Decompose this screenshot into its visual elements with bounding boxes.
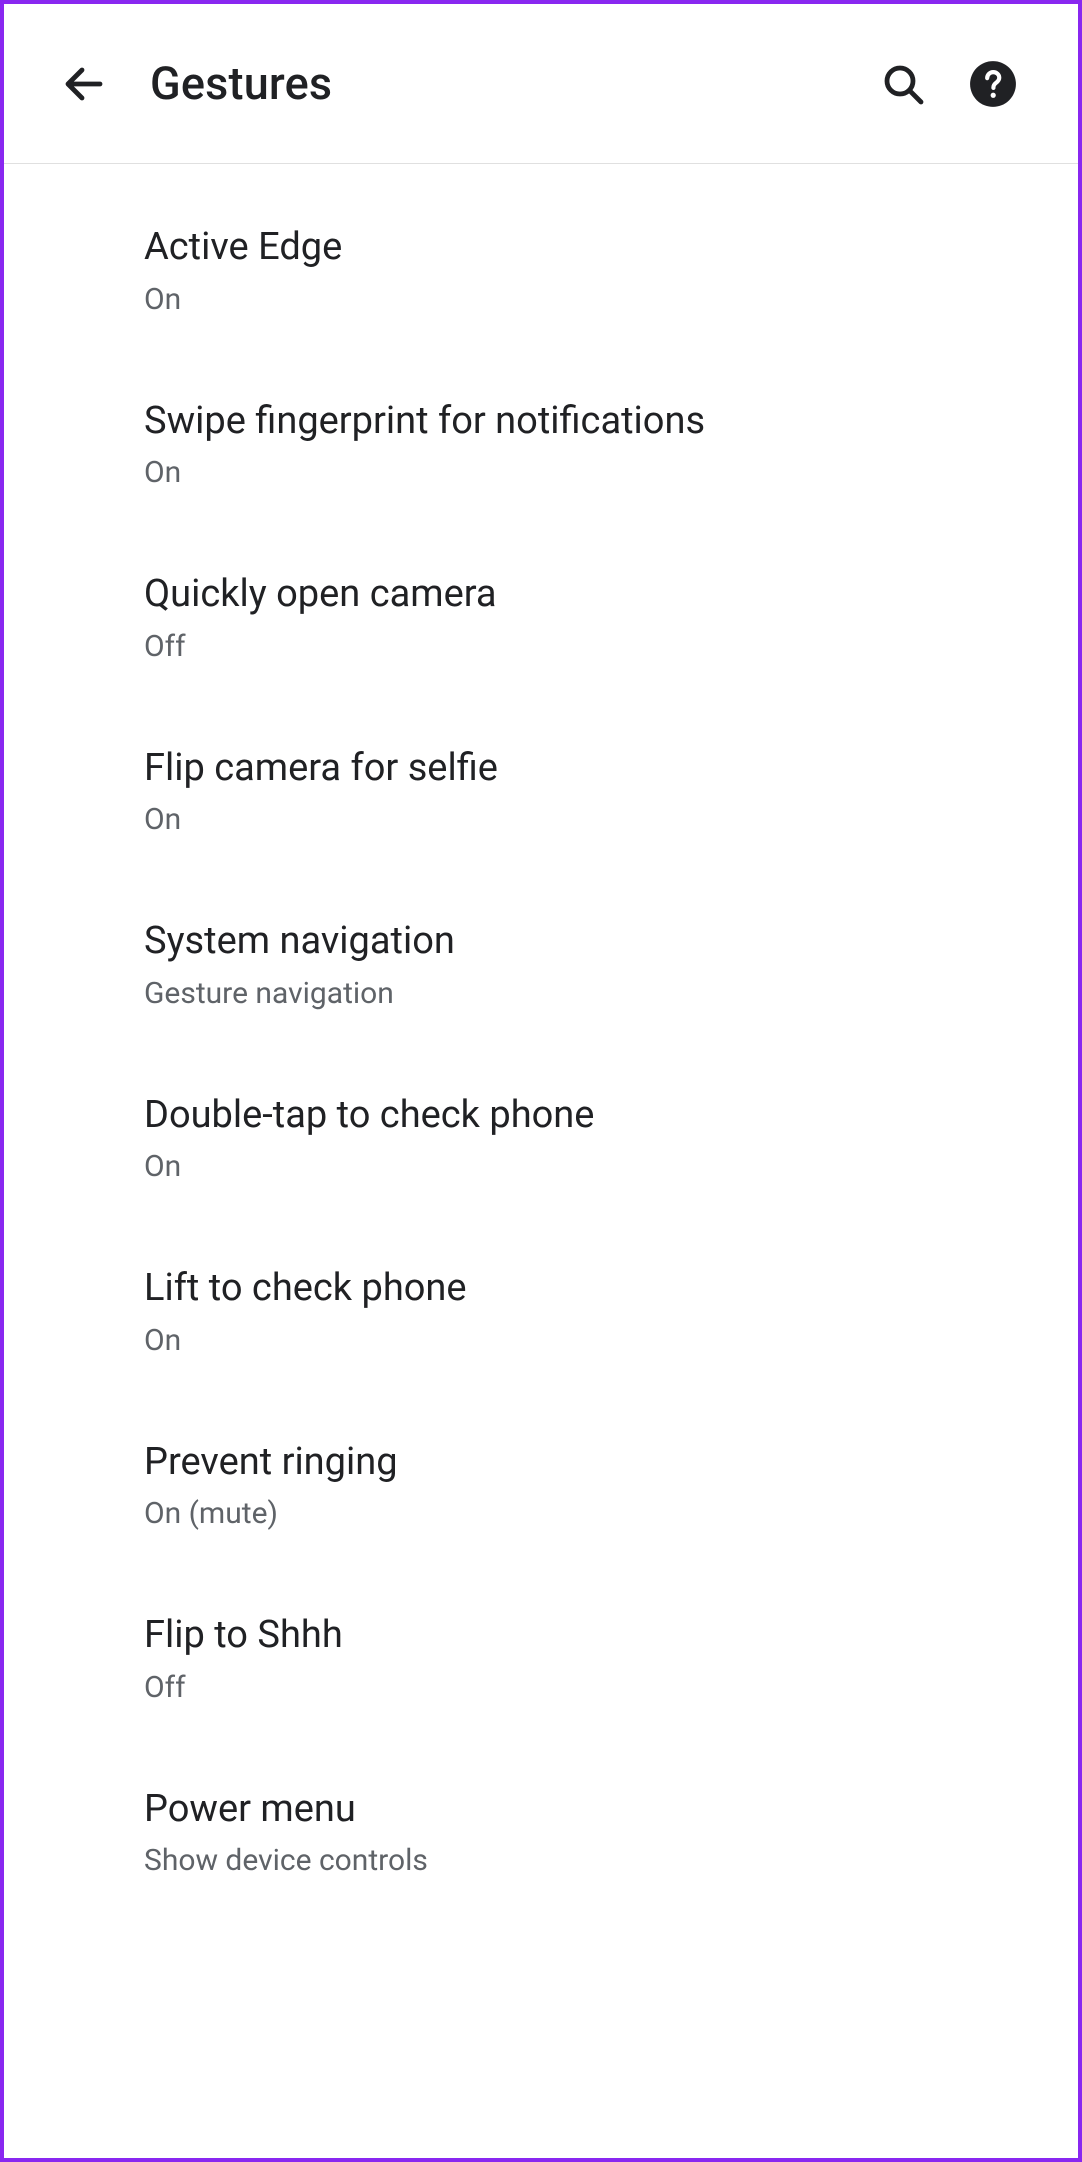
setting-title: System navigation bbox=[144, 918, 1038, 966]
setting-title: Prevent ringing bbox=[144, 1439, 1038, 1487]
setting-prevent-ringing[interactable]: Prevent ringing On (mute) bbox=[4, 1399, 1078, 1573]
help-button[interactable] bbox=[948, 39, 1038, 129]
setting-double-tap-check[interactable]: Double-tap to check phone On bbox=[4, 1052, 1078, 1226]
help-icon bbox=[968, 59, 1018, 109]
setting-flip-camera-selfie[interactable]: Flip camera for selfie On bbox=[4, 705, 1078, 879]
setting-active-edge[interactable]: Active Edge On bbox=[4, 184, 1078, 358]
setting-subtitle: On bbox=[144, 802, 1038, 838]
settings-list: Active Edge On Swipe fingerprint for not… bbox=[4, 164, 1078, 1919]
setting-title: Active Edge bbox=[144, 224, 1038, 272]
setting-subtitle: On bbox=[144, 455, 1038, 491]
setting-subtitle: Show device controls bbox=[144, 1843, 1038, 1879]
setting-subtitle: Gesture navigation bbox=[144, 976, 1038, 1012]
search-button[interactable] bbox=[858, 39, 948, 129]
setting-title: Flip camera for selfie bbox=[144, 745, 1038, 793]
back-button[interactable] bbox=[48, 48, 120, 120]
setting-title: Double-tap to check phone bbox=[144, 1092, 1038, 1140]
app-bar: Gestures bbox=[4, 4, 1078, 164]
setting-title: Lift to check phone bbox=[144, 1265, 1038, 1313]
page-title: Gestures bbox=[150, 57, 858, 110]
setting-subtitle: Off bbox=[144, 629, 1038, 665]
setting-subtitle: On (mute) bbox=[144, 1496, 1038, 1532]
setting-title: Quickly open camera bbox=[144, 571, 1038, 619]
setting-lift-check[interactable]: Lift to check phone On bbox=[4, 1225, 1078, 1399]
setting-flip-to-shhh[interactable]: Flip to Shhh Off bbox=[4, 1572, 1078, 1746]
setting-subtitle: On bbox=[144, 1149, 1038, 1185]
search-icon bbox=[879, 60, 927, 108]
arrow-left-icon bbox=[60, 60, 108, 108]
setting-power-menu[interactable]: Power menu Show device controls bbox=[4, 1746, 1078, 1920]
setting-swipe-fingerprint[interactable]: Swipe fingerprint for notifications On bbox=[4, 358, 1078, 532]
setting-subtitle: On bbox=[144, 1323, 1038, 1359]
setting-title: Flip to Shhh bbox=[144, 1612, 1038, 1660]
setting-quickly-open-camera[interactable]: Quickly open camera Off bbox=[4, 531, 1078, 705]
setting-title: Swipe fingerprint for notifications bbox=[144, 398, 1038, 446]
setting-subtitle: Off bbox=[144, 1670, 1038, 1706]
setting-subtitle: On bbox=[144, 282, 1038, 318]
setting-title: Power menu bbox=[144, 1786, 1038, 1834]
setting-system-navigation[interactable]: System navigation Gesture navigation bbox=[4, 878, 1078, 1052]
